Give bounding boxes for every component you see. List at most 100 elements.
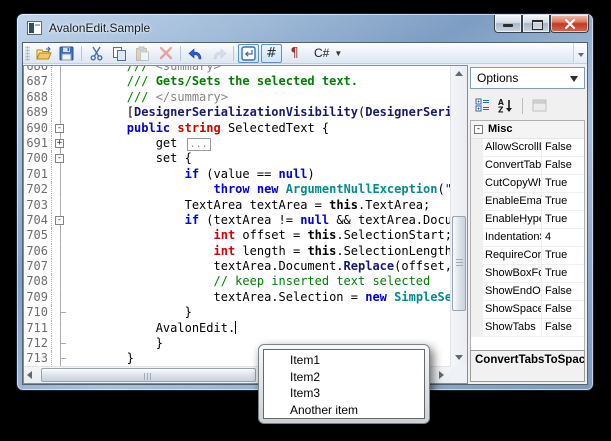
property-row[interactable]: CutCopyWholeLineTrue — [471, 175, 584, 193]
property-value[interactable]: False — [542, 301, 584, 318]
code-line[interactable]: 700- set { — [24, 151, 450, 166]
code-line[interactable]: 702 throw new ArgumentNullException("va — [24, 182, 450, 197]
fold-collapse-icon[interactable]: - — [55, 216, 64, 225]
word-wrap-button[interactable] — [238, 44, 259, 63]
property-row[interactable]: AllowScrollBelowDocumentFalse — [471, 139, 584, 157]
code-line[interactable]: 689 [DesignerSerializationVisibility(Des… — [24, 105, 450, 120]
code-text: [DesignerSerializationVisibility(Designe… — [69, 105, 450, 120]
property-row[interactable]: RequireControlModifierForHyperlinkClickT… — [471, 247, 584, 265]
scroll-up-button[interactable] — [451, 66, 468, 83]
property-value[interactable]: True — [542, 175, 584, 192]
open-button[interactable] — [33, 44, 54, 63]
property-row[interactable]: IndentationSize4 — [471, 229, 584, 247]
scroll-down-button[interactable] — [451, 349, 468, 366]
property-value[interactable]: 4 — [542, 229, 584, 246]
fold-margin[interactable]: - — [52, 121, 69, 136]
paste-button[interactable] — [132, 44, 153, 63]
undo-button[interactable] — [185, 44, 206, 63]
property-value[interactable]: False — [542, 139, 584, 156]
line-numbers-button[interactable]: # — [261, 44, 282, 63]
property-row[interactable]: ShowBoxForControlCharactersTrue — [471, 265, 584, 283]
property-value[interactable]: True — [542, 247, 584, 264]
property-value[interactable]: True — [542, 265, 584, 282]
options-combobox[interactable]: Options — [470, 67, 585, 89]
options-combobox-value: Options — [477, 71, 518, 85]
property-grid[interactable]: -MiscAllowScrollBelowDocumentFalseConver… — [470, 120, 585, 352]
vertical-scroll-thumb[interactable] — [452, 216, 466, 311]
line-number: 689 — [24, 105, 52, 120]
code-line[interactable]: 688 /// </summary> — [24, 90, 450, 105]
property-value[interactable]: False — [542, 157, 584, 174]
paste-icon — [135, 46, 150, 61]
code-text: int offset = this.SelectionStart; — [69, 228, 450, 243]
code-line[interactable]: 709 textArea.Selection = new SimpleSele — [24, 290, 450, 305]
fold-margin[interactable]: - — [52, 213, 69, 228]
property-row[interactable]: ShowSpacesFalse — [471, 301, 584, 319]
syntax-highlighting-combobox[interactable]: C#▼ — [310, 44, 346, 63]
code-line[interactable]: 706 int length = this.SelectionLength; — [24, 244, 450, 259]
property-value[interactable]: True — [542, 211, 584, 228]
category-row[interactable]: -Misc — [471, 121, 584, 139]
line-number: 701 — [24, 167, 52, 182]
code-line[interactable]: 703 TextArea textArea = this.TextArea; — [24, 198, 450, 213]
cut-button[interactable] — [86, 44, 107, 63]
code-line[interactable]: 691+ get ... — [24, 136, 450, 151]
scroll-right-button[interactable] — [433, 367, 450, 384]
property-value[interactable]: False — [542, 319, 584, 336]
code-text: public string SelectedText { — [69, 121, 450, 136]
sort-alphabetical-button[interactable]: A Z — [494, 95, 518, 117]
completion-item[interactable]: Item2 — [290, 369, 424, 386]
code-editor[interactable]: 686 /// <summary>687 /// Gets/Sets the s… — [23, 65, 468, 384]
category-indent — [471, 211, 483, 228]
close-button[interactable] — [550, 15, 589, 33]
completion-list[interactable]: Item1Item2Item3Another item — [263, 349, 425, 419]
completion-item[interactable]: Item1 — [290, 352, 424, 369]
categorized-button[interactable] — [470, 95, 494, 117]
property-help-pane: ConvertTabsToSpaces — [470, 350, 585, 382]
text-area[interactable]: 686 /// <summary>687 /// Gets/Sets the s… — [24, 65, 450, 366]
category-collapse-icon[interactable]: - — [474, 125, 483, 134]
toolbar-grip[interactable] — [25, 46, 30, 61]
fold-margin[interactable]: + — [52, 136, 69, 151]
code-line[interactable]: 710 } — [24, 305, 450, 320]
scroll-left-button[interactable] — [24, 367, 41, 384]
redo-button[interactable] — [208, 44, 229, 63]
code-line[interactable]: 704- if (textArea != null && textArea.Do… — [24, 213, 450, 228]
code-line[interactable]: 708 // keep inserted text selected — [24, 274, 450, 289]
code-line[interactable]: 705 int offset = this.SelectionStart; — [24, 228, 450, 243]
property-row[interactable]: ShowTabsFalse — [471, 319, 584, 337]
property-row[interactable]: EnableHyperlinksTrue — [471, 211, 584, 229]
fold-margin — [52, 182, 69, 197]
code-line[interactable]: 707 textArea.Document.Replace(offset, l — [24, 259, 450, 274]
copy-button[interactable] — [109, 44, 130, 63]
save-button[interactable] — [56, 44, 77, 63]
property-value[interactable]: False — [542, 283, 584, 300]
fold-margin[interactable]: - — [52, 151, 69, 166]
fold-expand-icon[interactable]: + — [55, 139, 64, 148]
code-line[interactable]: 687 /// Gets/Sets the selected text. — [24, 74, 450, 89]
maximize-button[interactable] — [522, 15, 550, 33]
category-label: Misc — [488, 121, 512, 138]
show-end-of-line-button[interactable]: ¶ — [284, 44, 305, 63]
property-name: AllowScrollBelowDocument — [483, 139, 542, 156]
property-pages-button[interactable] — [527, 95, 551, 117]
vertical-scrollbar[interactable] — [450, 66, 467, 366]
code-line[interactable]: 690- public string SelectedText { — [24, 121, 450, 136]
code-line[interactable]: 701 if (value == null) — [24, 167, 450, 182]
minimize-button[interactable] — [494, 15, 522, 33]
fold-collapse-icon[interactable]: - — [55, 154, 64, 163]
property-row[interactable]: ShowEndOfLineFalse — [471, 283, 584, 301]
property-row[interactable]: ConvertTabsToSpacesFalse — [471, 157, 584, 175]
property-value[interactable]: True — [542, 193, 584, 210]
line-number: 710 — [24, 305, 52, 320]
fold-collapse-icon[interactable]: - — [55, 124, 64, 133]
title-bar[interactable]: AvalonEdit.Sample — [17, 14, 593, 42]
property-row[interactable]: EnableEmailHyperlinksTrue — [471, 193, 584, 211]
toolbar-overflow-button[interactable] — [573, 43, 587, 63]
code-line[interactable]: 686 /// <summary> — [24, 65, 450, 74]
completion-item[interactable]: Another item — [290, 402, 424, 419]
completion-item[interactable]: Item3 — [290, 385, 424, 402]
horizontal-scroll-thumb[interactable] — [41, 368, 256, 382]
code-line[interactable]: 711 AvalonEdit. — [24, 321, 450, 336]
delete-button[interactable] — [155, 44, 176, 63]
